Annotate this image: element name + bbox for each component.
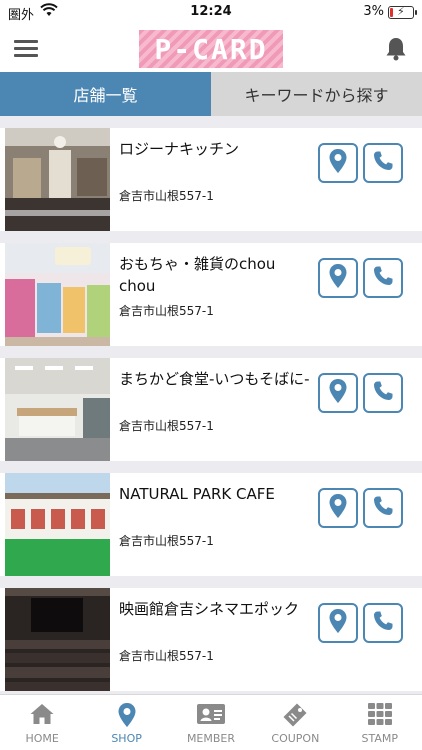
map-pin-icon — [117, 702, 137, 732]
shop-address: 倉吉市山根557-1 — [119, 649, 214, 663]
hamburger-icon[interactable] — [14, 38, 38, 58]
tab-keyword-search[interactable]: キーワードから探す — [211, 72, 422, 116]
phone-icon — [371, 264, 395, 292]
battery-percent: 3% — [363, 4, 384, 19]
battery-icon: ⚡ — [388, 5, 417, 19]
shop-address: 倉吉市山根557-1 — [119, 189, 214, 203]
tab-shop-label: SHOP — [111, 732, 142, 745]
coupon-icon — [282, 702, 308, 732]
logo-text: P-CARD — [154, 32, 268, 66]
bottom-tab-bar: HOME SHOP MEMBER COUPON STAMP — [0, 694, 422, 750]
tab-shop[interactable]: SHOP — [84, 695, 168, 750]
app-logo: P-CARD — [139, 30, 283, 68]
shop-address: 倉吉市山根557-1 — [119, 419, 214, 433]
list-item[interactable]: NATURAL PARK CAFE 倉吉市山根557-1 — [0, 473, 422, 576]
tab-member-label: MEMBER — [186, 732, 236, 745]
home-icon — [29, 702, 55, 730]
header: P-CARD — [0, 24, 422, 72]
map-pin-icon — [328, 148, 348, 178]
status-bar: 圏外 12:24 3% ⚡ — [0, 0, 422, 24]
tab-shop-list[interactable]: 店舗一覧 — [0, 72, 211, 116]
status-time: 12:24 — [190, 4, 232, 19]
stamp-grid-icon — [367, 702, 393, 730]
phone-button[interactable] — [363, 373, 403, 413]
phone-icon — [371, 149, 395, 177]
shop-photo — [5, 588, 110, 691]
shop-photo — [5, 358, 110, 461]
tab-stamp[interactable]: STAMP — [338, 695, 422, 750]
shop-name: おもちゃ・雑貨のchou chou — [119, 255, 276, 295]
map-pin-icon — [328, 493, 348, 523]
list-item[interactable]: ロジーナキッチン 倉吉市山根557-1 — [0, 128, 422, 231]
tab-stamp-label: STAMP — [361, 732, 399, 745]
phone-icon — [371, 494, 395, 522]
shop-address: 倉吉市山根557-1 — [119, 534, 214, 548]
phone-button[interactable] — [363, 143, 403, 183]
phone-button[interactable] — [363, 603, 403, 643]
tab-coupon[interactable]: COUPON — [253, 695, 337, 750]
shop-name: まちかど食堂-いつもそばに- — [119, 370, 310, 388]
shop-photo — [5, 128, 110, 231]
phone-button[interactable] — [363, 488, 403, 528]
map-button[interactable] — [318, 488, 358, 528]
phone-button[interactable] — [363, 258, 403, 298]
phone-icon — [371, 379, 395, 407]
phone-icon — [371, 609, 395, 637]
map-pin-icon — [328, 263, 348, 293]
map-button[interactable] — [318, 143, 358, 183]
shop-name: ロジーナキッチン — [119, 140, 240, 158]
list-item[interactable]: おもちゃ・雑貨のchou chou 倉吉市山根557-1 — [0, 243, 422, 346]
tab-home[interactable]: HOME — [0, 695, 84, 750]
tab-home-label: HOME — [25, 732, 59, 745]
bell-icon[interactable] — [384, 36, 408, 66]
map-pin-icon — [328, 608, 348, 638]
shop-photo — [5, 243, 110, 346]
tab-coupon-label: COUPON — [271, 732, 320, 745]
map-button[interactable] — [318, 603, 358, 643]
list-item[interactable]: まちかど食堂-いつもそばに- 倉吉市山根557-1 — [0, 358, 422, 461]
shop-photo — [5, 473, 110, 576]
tab-member[interactable]: MEMBER — [169, 695, 253, 750]
map-pin-icon — [328, 378, 348, 408]
shop-name: NATURAL PARK CAFE — [119, 485, 275, 503]
segment-tabs: 店舗一覧 キーワードから探す — [0, 72, 422, 116]
map-button[interactable] — [318, 373, 358, 413]
member-card-icon — [196, 702, 226, 730]
list-item[interactable]: 映画館倉吉シネマエポック 倉吉市山根557-1 — [0, 588, 422, 691]
shop-name: 映画館倉吉シネマエポック — [119, 600, 300, 618]
map-button[interactable] — [318, 258, 358, 298]
shop-address: 倉吉市山根557-1 — [119, 304, 214, 318]
